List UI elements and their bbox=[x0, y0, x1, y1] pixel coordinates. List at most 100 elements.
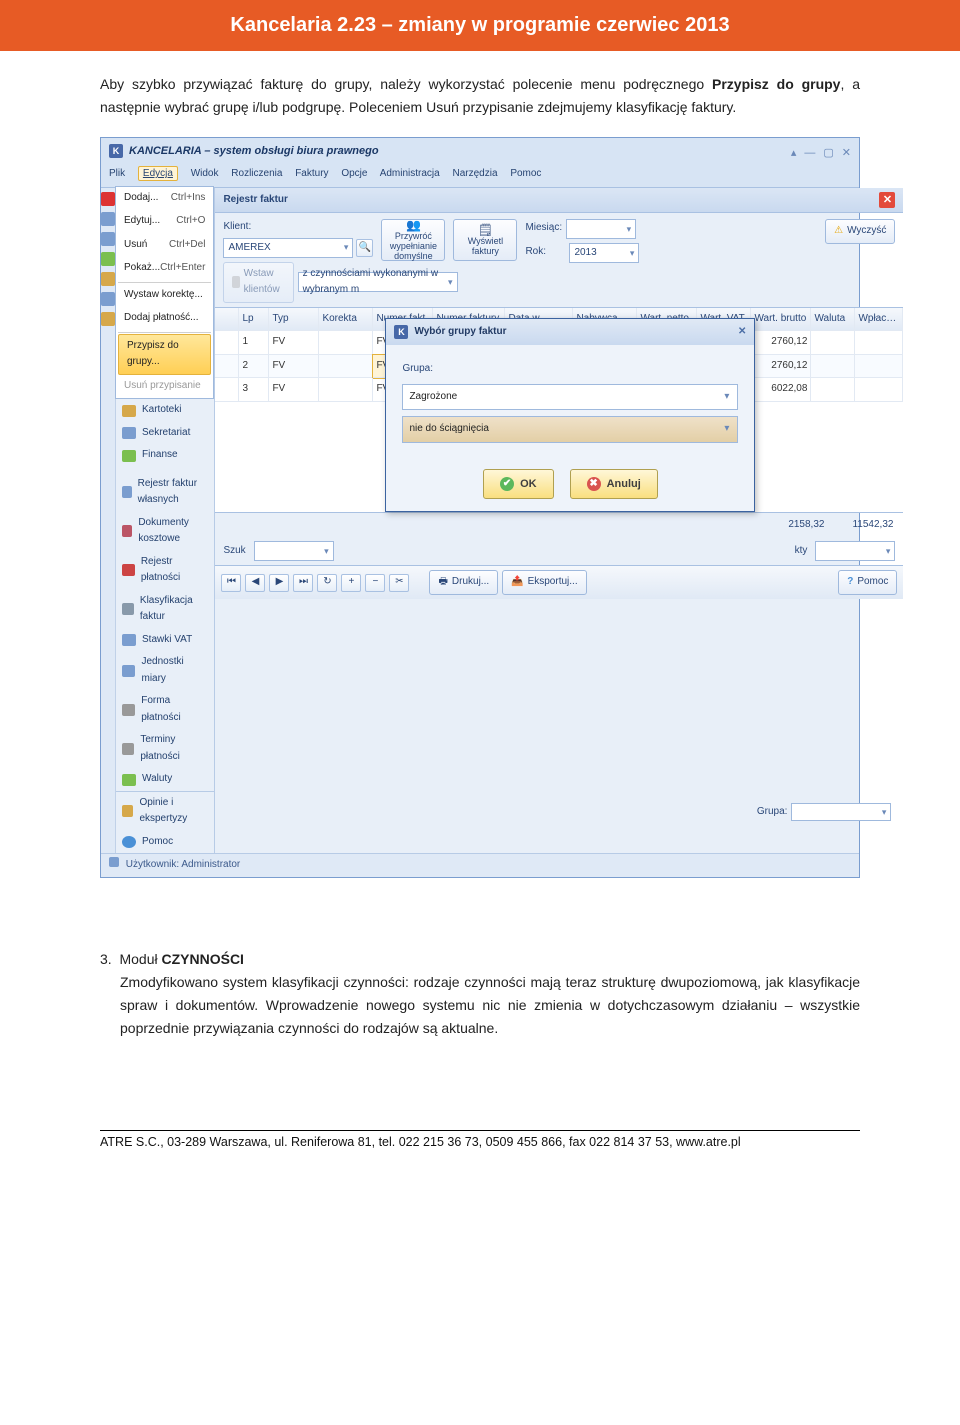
ctx-przypisz-grupy[interactable]: Przypisz do grupy... bbox=[118, 334, 211, 375]
side-finanse[interactable]: Finanse bbox=[116, 444, 214, 467]
rail-icon-5[interactable] bbox=[101, 272, 115, 286]
side-klasyfikacja[interactable]: Klasyfikacja faktur bbox=[116, 590, 214, 629]
menu-edycja[interactable]: Edycja bbox=[138, 166, 178, 181]
rail-icon-3[interactable] bbox=[101, 232, 115, 246]
pomoc-btn[interactable]: ? Pomoc bbox=[838, 570, 897, 595]
panel-title: Rejestr faktur bbox=[223, 192, 287, 209]
rail-icon-1[interactable] bbox=[101, 192, 115, 206]
dialog-cancel-btn[interactable]: ✖Anuluj bbox=[570, 469, 658, 499]
filter-bar: Klient: AMEREX 🔍 Wstaw klientów z czynno… bbox=[215, 213, 903, 307]
panel-close-icon[interactable]: ✕ bbox=[879, 192, 895, 208]
win-close-icon[interactable]: ✕ bbox=[842, 144, 851, 162]
sec3-text: Zmodyfikowano system klasyfikacji czynno… bbox=[120, 971, 860, 1040]
side-pomoc[interactable]: Pomoc bbox=[116, 831, 214, 854]
wyswietl-btn[interactable]: 🗒 Wyświetl faktury bbox=[453, 219, 517, 261]
scope-combo[interactable]: z czynnościami wykonanymi w wybranym m bbox=[298, 272, 458, 292]
klient-label: Klient: bbox=[223, 219, 373, 236]
side-dok-kosztowe[interactable]: Dokumenty kosztowe bbox=[116, 512, 214, 551]
app-logo-icon: K bbox=[109, 144, 123, 158]
section-3: 3. Moduł CZYNNOŚCI Zmodyfikowano system … bbox=[0, 948, 960, 1070]
nav-first-icon[interactable]: ⏮ bbox=[221, 574, 241, 592]
eksportuj-btn[interactable]: 📤 Eksportuj... bbox=[502, 570, 586, 595]
menubar[interactable]: Plik Edycja Widok Rozliczenia Faktury Op… bbox=[101, 164, 859, 187]
left-icon-rail bbox=[101, 188, 116, 854]
nav-prev-icon[interactable]: ◀ bbox=[245, 574, 265, 592]
menu-plik[interactable]: Plik bbox=[109, 168, 125, 179]
miesiac-combo[interactable] bbox=[566, 219, 636, 239]
win-up-icon[interactable]: ▴ bbox=[791, 144, 797, 162]
ctx-usun[interactable]: UsuńCtrl+Del bbox=[116, 234, 213, 258]
menu-pomoc[interactable]: Pomoc bbox=[510, 168, 541, 179]
rail-icon-4[interactable] bbox=[101, 252, 115, 266]
kty-label: kty bbox=[795, 543, 808, 560]
kty-combo[interactable] bbox=[815, 541, 895, 561]
grupa-field-2[interactable]: nie do ściągnięcia bbox=[402, 416, 738, 443]
grupa-field-1[interactable]: Zagrożone bbox=[402, 384, 738, 411]
intro-bold: Przypisz do grupy bbox=[712, 76, 840, 92]
menu-rozliczenia[interactable]: Rozliczenia bbox=[231, 168, 282, 179]
intro-paragraph: Aby szybko przywiązać fakturę do grupy, … bbox=[0, 51, 960, 948]
side-rejestr-faktur[interactable]: Rejestr faktur własnych bbox=[116, 473, 214, 512]
context-menu[interactable]: Dodaj...Ctrl+Ins Edytuj...Ctrl+O UsuńCtr… bbox=[115, 186, 214, 400]
side-sekretariat[interactable]: Sekretariat bbox=[116, 422, 214, 445]
dialog-title: K Wybór grupy faktur ✕ bbox=[386, 319, 754, 346]
side-kartoteki[interactable]: Kartoteki bbox=[116, 399, 214, 422]
menu-opcje[interactable]: Opcje bbox=[341, 168, 367, 179]
dialog-close-icon[interactable]: ✕ bbox=[738, 324, 746, 341]
ctx-platnosc[interactable]: Dodaj płatność... bbox=[116, 307, 213, 331]
side-jednostki[interactable]: Jednostki miary bbox=[116, 651, 214, 690]
intro-a: Aby szybko przywiązać fakturę do grupy, … bbox=[100, 76, 712, 92]
wyczysc-btn[interactable]: ⚠Wyczyść bbox=[825, 219, 895, 244]
dialog-logo-icon: K bbox=[394, 325, 408, 339]
nav-next-icon[interactable]: ▶ bbox=[269, 574, 289, 592]
app-titlebar: K KANCELARIA – system obsługi biura praw… bbox=[101, 138, 859, 164]
panel-header: Rejestr faktur ✕ bbox=[215, 188, 903, 214]
win-max-icon[interactable]: ▢ bbox=[823, 144, 833, 162]
page-title: Kancelaria 2.23 – zmiany w programie cze… bbox=[40, 14, 920, 37]
side-rejestr-platnosci[interactable]: Rejestr płatności bbox=[116, 551, 214, 590]
menu-faktury[interactable]: Faktury bbox=[295, 168, 328, 179]
sidebar: Dodaj...Ctrl+Ins Edytuj...Ctrl+O UsuńCtr… bbox=[116, 188, 215, 854]
ctx-edytuj[interactable]: Edytuj...Ctrl+O bbox=[116, 210, 213, 234]
sum-a: 2158,32 bbox=[788, 517, 824, 534]
szukaj-label: Szuk bbox=[223, 543, 245, 560]
rail-icon-7[interactable] bbox=[101, 312, 115, 326]
side-stawki-vat[interactable]: Stawki VAT bbox=[116, 629, 214, 652]
nav-plus-icon[interactable]: + bbox=[341, 574, 361, 592]
klient-search-icon[interactable]: 🔍 bbox=[356, 239, 373, 257]
side-waluty[interactable]: Waluty bbox=[116, 768, 214, 791]
menu-administracja[interactable]: Administracja bbox=[380, 168, 440, 179]
side-opinie[interactable]: Opinie i ekspertyzy bbox=[116, 792, 214, 831]
nav-minus-icon[interactable]: − bbox=[365, 574, 385, 592]
ctx-dodaj[interactable]: Dodaj...Ctrl+Ins bbox=[116, 187, 213, 211]
grupa-combo[interactable] bbox=[791, 803, 891, 821]
side-terminy[interactable]: Terminy płatności bbox=[116, 729, 214, 768]
rok-combo[interactable]: 2013 bbox=[569, 243, 639, 263]
rail-icon-2[interactable] bbox=[101, 212, 115, 226]
dialog-label: Grupa: bbox=[402, 361, 738, 378]
szukaj-combo[interactable] bbox=[254, 541, 334, 561]
footer: ATRE S.C., 03-289 Warszawa, ul. Renifero… bbox=[0, 1135, 960, 1179]
rok-label: Rok: bbox=[525, 244, 565, 261]
summary-bar: 2158,32 11542,32 bbox=[215, 513, 903, 538]
win-min-icon[interactable]: — bbox=[804, 144, 815, 162]
drukuj-btn[interactable]: 🖶 Drukuj... bbox=[429, 570, 498, 595]
sec3-lead: Moduł bbox=[119, 951, 161, 967]
status-text: Użytkownik: Administrator bbox=[126, 859, 240, 870]
przywroc-btn[interactable]: 👥 Przywróć wypełnianie domyślne bbox=[381, 219, 445, 261]
ctx-korekta[interactable]: Wystaw korektę... bbox=[116, 284, 213, 308]
rail-icon-6[interactable] bbox=[101, 292, 115, 306]
menu-widok[interactable]: Widok bbox=[191, 168, 219, 179]
ctx-pokaz[interactable]: Pokaż...Ctrl+Enter bbox=[116, 257, 213, 281]
nav-refresh-icon[interactable]: ↻ bbox=[317, 574, 337, 592]
app-window: K KANCELARIA – system obsługi biura praw… bbox=[100, 137, 860, 878]
nav-last-icon[interactable]: ⏭ bbox=[293, 574, 313, 592]
nav-scissors-icon[interactable]: ✂ bbox=[389, 574, 409, 592]
footer-rule bbox=[100, 1130, 860, 1131]
side-forma-platnosci[interactable]: Forma płatności bbox=[116, 690, 214, 729]
window-controls[interactable]: ▴ — ▢ ✕ bbox=[791, 144, 851, 162]
ctx-usun-przypisanie: Usuń przypisanie bbox=[116, 375, 213, 399]
klient-combo[interactable]: AMEREX bbox=[223, 238, 353, 258]
menu-narzedzia[interactable]: Narzędzia bbox=[453, 168, 498, 179]
dialog-ok-btn[interactable]: ✔OK bbox=[483, 469, 554, 499]
